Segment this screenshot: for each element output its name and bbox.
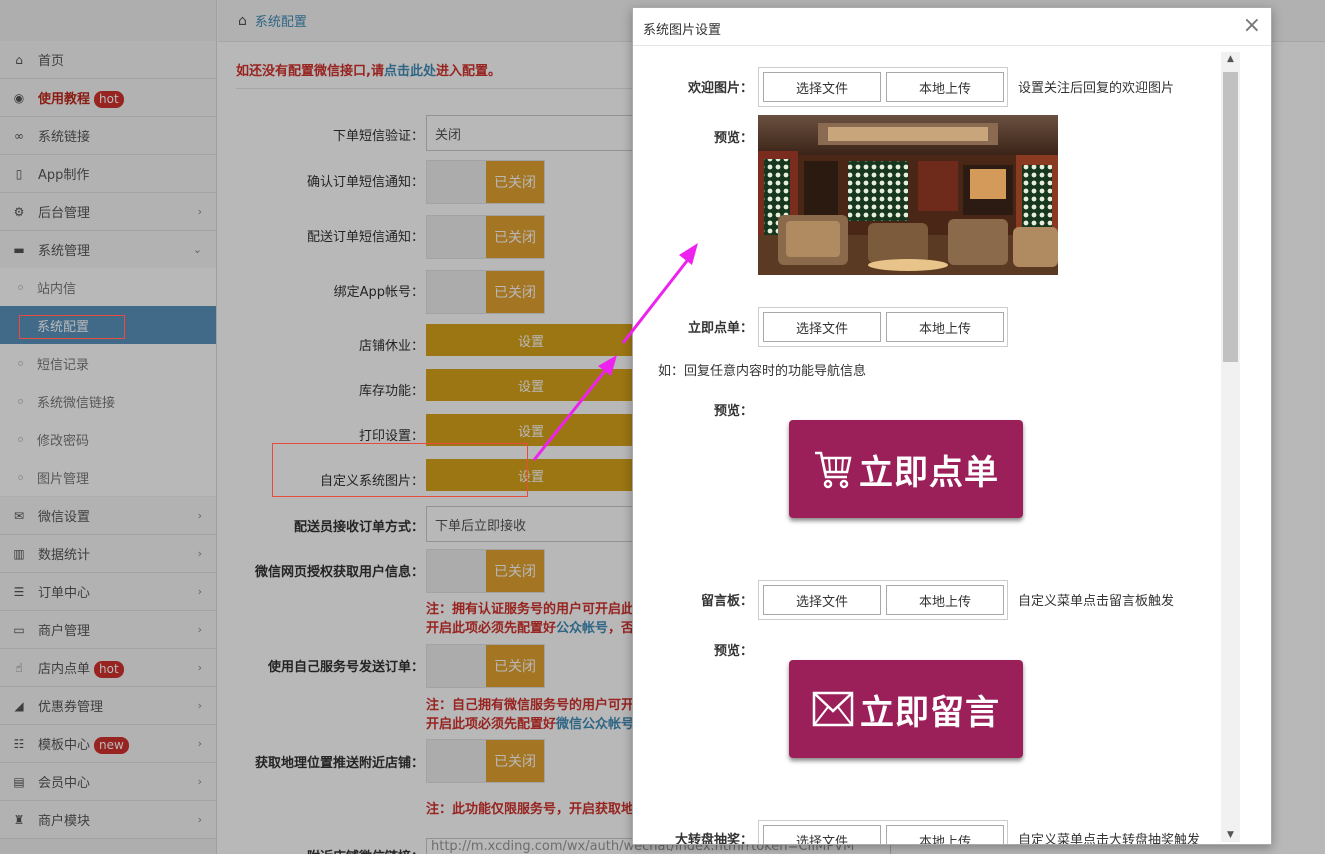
order-choose-file-button[interactable]: 选择文件 xyxy=(763,312,881,342)
image-settings-modal: 系统图片设置 × 欢迎图片： 选择文件 本地上传 设置关注后回复的欢迎图片 预览… xyxy=(632,7,1272,845)
envelope-icon xyxy=(812,691,854,727)
order-preview-banner: 立即点单 xyxy=(789,420,1023,518)
highlight-box xyxy=(19,315,125,339)
highlight-box xyxy=(272,443,528,497)
restaurant-photo xyxy=(758,115,1058,275)
welcome-file-group: 选择文件 本地上传 xyxy=(758,67,1008,107)
message-preview-label: 预览： xyxy=(713,644,753,659)
scroll-down-arrow-icon[interactable]: ▼ xyxy=(1221,828,1240,842)
order-label: 立即点单： xyxy=(687,321,753,336)
scroll-up-arrow-icon[interactable]: ▲ xyxy=(1221,52,1240,66)
welcome-upload-button[interactable]: 本地上传 xyxy=(886,72,1004,102)
wheel-desc: 自定义菜单点击大转盘抽奖触发 xyxy=(1018,833,1201,844)
wheel-upload-button[interactable]: 本地上传 xyxy=(886,825,1004,844)
message-label: 留言板： xyxy=(700,594,753,609)
modal-scrollbar[interactable]: ▲ ▼ xyxy=(1221,52,1240,842)
welcome-preview-label: 预览： xyxy=(713,131,753,146)
message-banner-text: 立即留言 xyxy=(860,692,1000,733)
order-file-group: 选择文件 本地上传 xyxy=(758,307,1008,347)
message-preview-banner: 立即留言 xyxy=(789,660,1023,758)
message-choose-file-button[interactable]: 选择文件 xyxy=(763,585,881,615)
modal-body: 欢迎图片： 选择文件 本地上传 设置关注后回复的欢迎图片 预览： 立即点单： 选… xyxy=(633,47,1271,844)
modal-header: 系统图片设置 × xyxy=(633,8,1271,46)
shopping-cart-icon xyxy=(815,451,852,489)
welcome-preview-image xyxy=(758,115,1058,275)
welcome-label: 欢迎图片： xyxy=(687,81,753,96)
message-desc: 自定义菜单点击留言板触发 xyxy=(1018,594,1175,609)
order-banner-text: 立即点单 xyxy=(859,452,999,493)
message-upload-button[interactable]: 本地上传 xyxy=(886,585,1004,615)
wheel-choose-file-button[interactable]: 选择文件 xyxy=(763,825,881,844)
scroll-thumb[interactable] xyxy=(1223,72,1238,362)
close-icon[interactable]: × xyxy=(1243,14,1261,38)
modal-title: 系统图片设置 xyxy=(643,23,722,38)
wheel-label: 大转盘抽奖： xyxy=(674,833,753,844)
welcome-desc: 设置关注后回复的欢迎图片 xyxy=(1018,81,1175,96)
order-hint: 如：回复任意内容时的功能导航信息 xyxy=(658,364,867,379)
order-upload-button[interactable]: 本地上传 xyxy=(886,312,1004,342)
wheel-file-group: 选择文件 本地上传 xyxy=(758,820,1008,844)
order-preview-label: 预览： xyxy=(713,404,753,419)
welcome-choose-file-button[interactable]: 选择文件 xyxy=(763,72,881,102)
message-file-group: 选择文件 本地上传 xyxy=(758,580,1008,620)
